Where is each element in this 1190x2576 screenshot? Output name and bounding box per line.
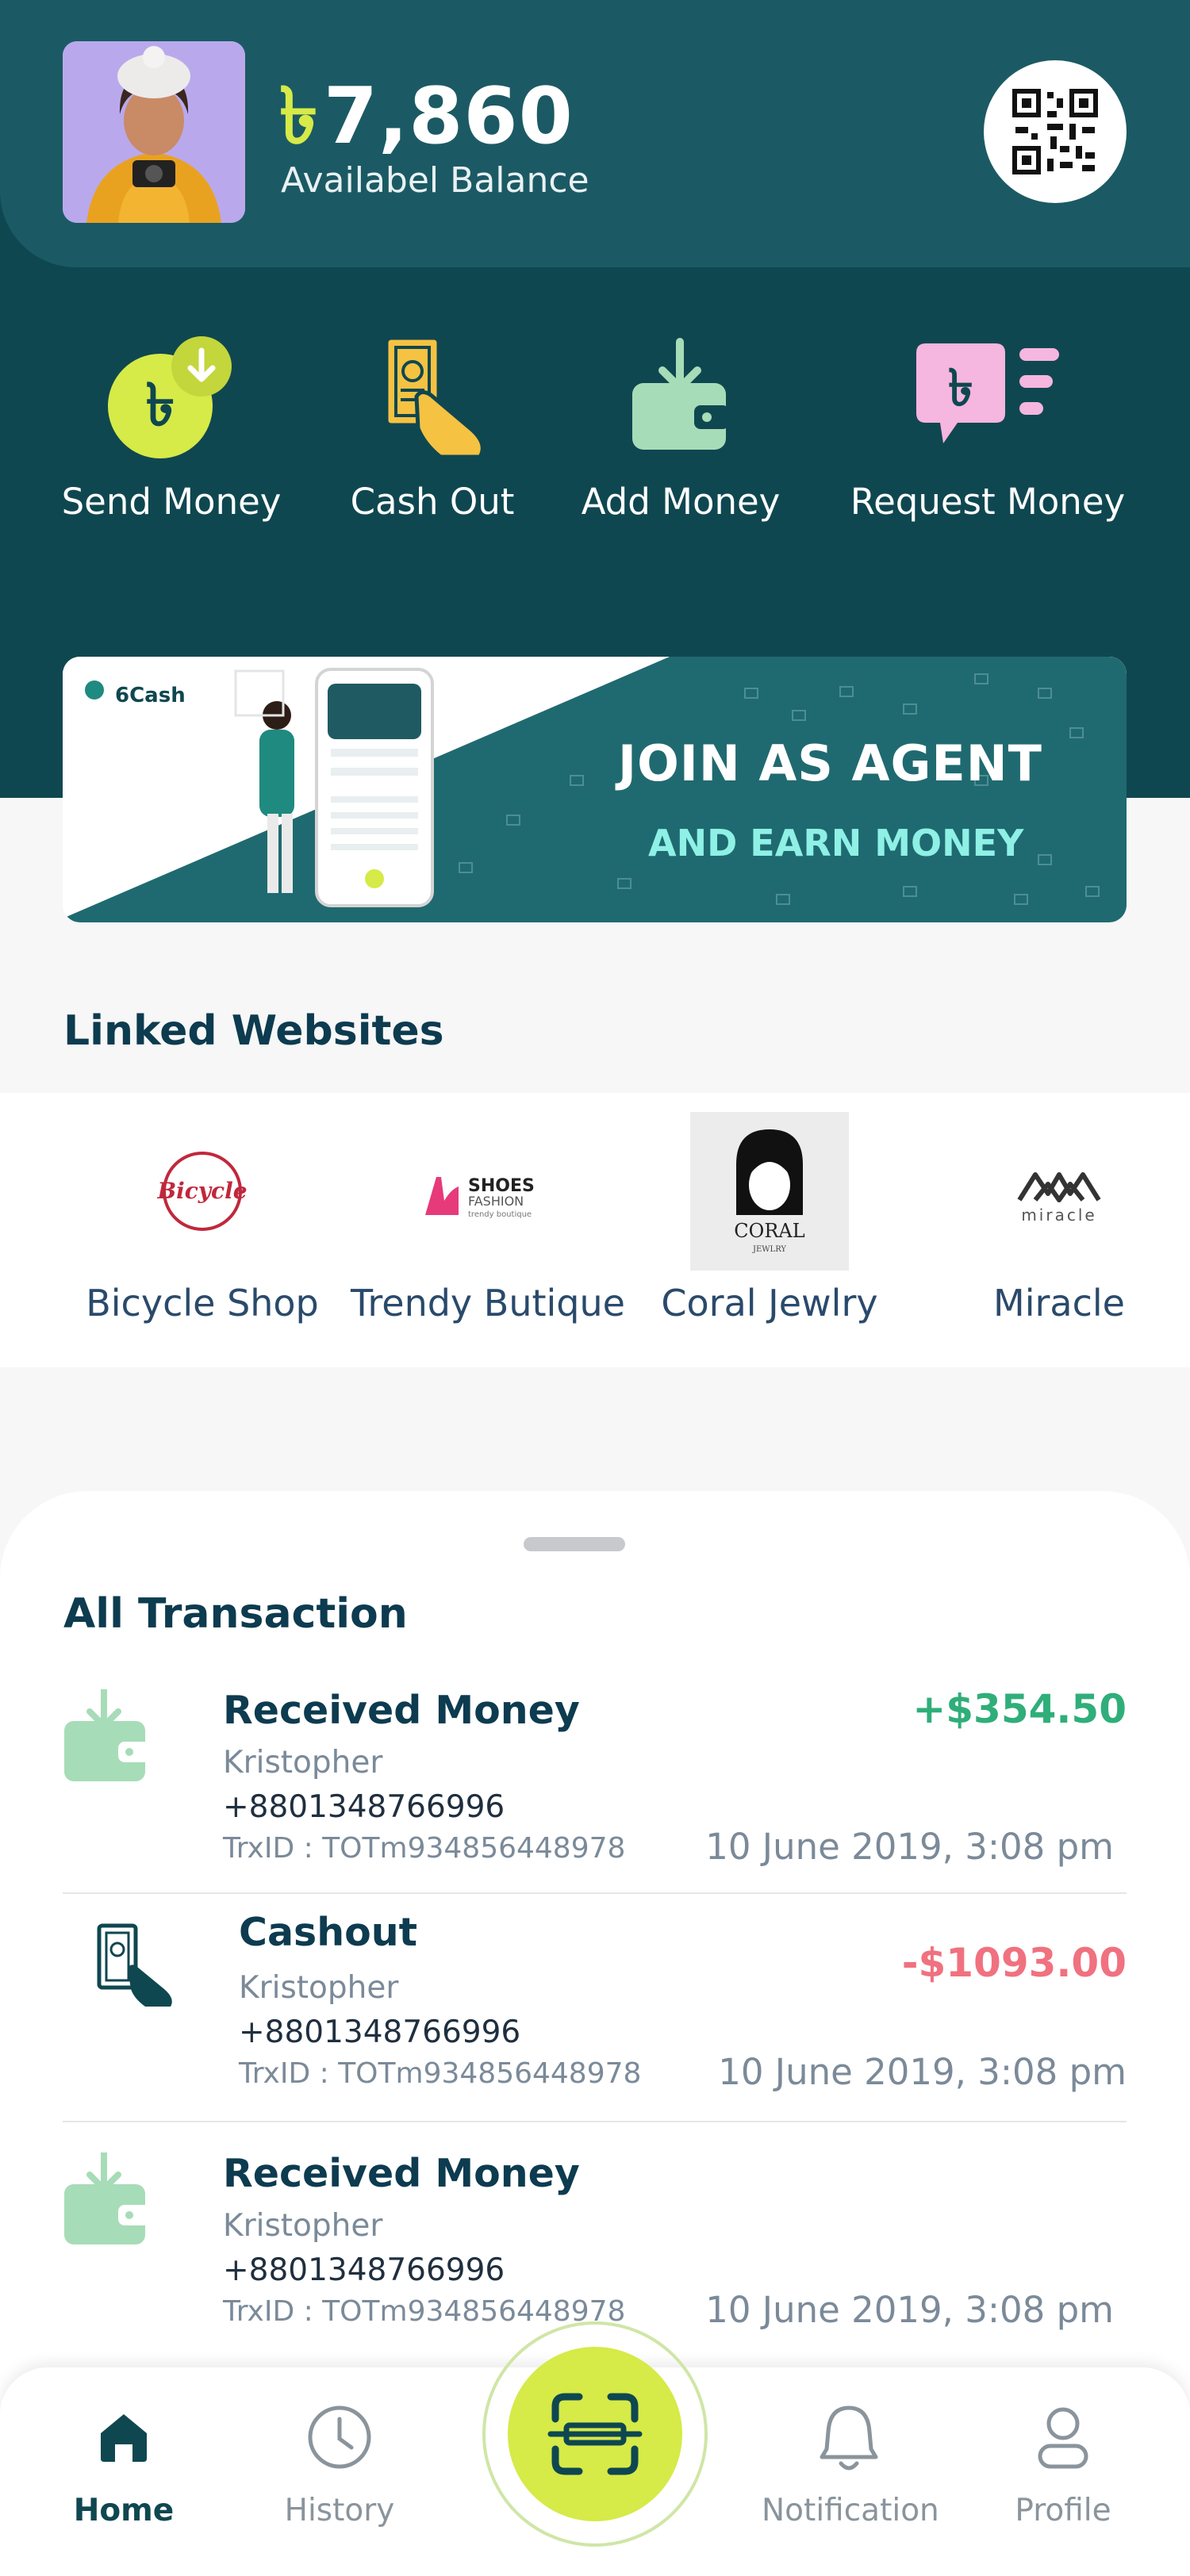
bottom-navigation: Home History Notification Profile <box>0 2321 1190 2576</box>
trendy-butique-logo: SHOES FASHION trendy boutique <box>349 1112 627 1271</box>
transaction-id: TrxID : TOTm934856448978 <box>223 2295 626 2328</box>
svg-text:Bicycle: Bicycle <box>156 1178 247 1204</box>
sheet-drag-handle[interactable] <box>524 1537 625 1551</box>
transaction-name: Kristopher <box>223 1745 383 1781</box>
cash-out-label: Cash Out <box>350 481 515 523</box>
site-bicycle-shop[interactable]: Bicycle Bicycle Shop <box>79 1112 325 1324</box>
site-name: Miracle <box>993 1282 1125 1324</box>
nav-history-label: History <box>284 2493 395 2528</box>
miracle-logo: miracle <box>952 1112 1166 1271</box>
request-money-button[interactable]: ৳ Request Money <box>841 325 1134 523</box>
transaction-row[interactable]: Received Money Kristopher +8801348766996… <box>63 2145 1127 2343</box>
add-money-button[interactable]: Add Money <box>570 325 792 523</box>
add-money-label: Add Money <box>581 481 781 523</box>
transaction-amount: -$1093.00 <box>901 1940 1127 1986</box>
transaction-date: 10 June 2019, 3:08 pm <box>718 2051 1127 2093</box>
svg-text:৳: ৳ <box>146 371 175 439</box>
nav-notification[interactable]: Notification <box>762 2398 939 2528</box>
history-icon <box>252 2398 427 2477</box>
transaction-amount: +$354.50 <box>912 1686 1127 1732</box>
site-name: Trendy Butique <box>351 1282 625 1324</box>
transaction-name: Kristopher <box>223 2208 383 2244</box>
linked-websites-title: Linked Websites <box>63 1007 444 1055</box>
svg-text:JEWLRY: JEWLRY <box>752 1245 786 1254</box>
transaction-phone: +8801348766996 <box>223 1789 505 1825</box>
cash-out-icon <box>333 325 532 468</box>
site-name: Bicycle Shop <box>86 1282 319 1324</box>
divider <box>63 2121 1127 2122</box>
nav-history[interactable]: History <box>252 2398 427 2528</box>
received-money-icon <box>63 2149 150 2251</box>
balance-label: Availabel Balance <box>281 160 589 201</box>
transaction-row[interactable]: Cashout Kristopher +8801348766996 TrxID … <box>63 1907 1127 2113</box>
currency-symbol: ৳ <box>279 71 319 162</box>
transaction-id: TrxID : TOTm934856448978 <box>223 1832 626 1865</box>
svg-text:CORAL: CORAL <box>734 1220 804 1242</box>
request-money-label: Request Money <box>850 481 1126 523</box>
avatar-image <box>63 41 245 223</box>
transaction-phone: +8801348766996 <box>223 2252 505 2288</box>
transaction-type: Cashout <box>239 1910 418 1955</box>
all-transaction-title: All Transaction <box>63 1590 408 1638</box>
profile-icon <box>976 2398 1150 2477</box>
site-trendy-butique[interactable]: SHOES FASHION trendy boutique Trendy But… <box>349 1112 627 1324</box>
transaction-date: 10 June 2019, 3:08 pm <box>705 2289 1114 2331</box>
request-money-icon: ৳ <box>841 325 1134 468</box>
home-icon <box>36 2398 211 2477</box>
add-money-icon <box>570 325 792 468</box>
scan-icon <box>547 2393 643 2475</box>
send-money-label: Send Money <box>61 481 282 523</box>
transaction-phone: +8801348766996 <box>239 2014 521 2050</box>
transaction-row[interactable]: Received Money Kristopher +8801348766996… <box>63 1681 1127 1880</box>
nav-profile-label: Profile <box>1015 2493 1111 2528</box>
qr-code-icon <box>1012 89 1098 174</box>
join-agent-banner[interactable]: 6Cash JOIN AS AGENT AND EARN MONEY <box>63 657 1127 922</box>
banner-title: JOIN AS AGENT <box>618 734 1042 792</box>
scan-button[interactable] <box>508 2347 682 2521</box>
balance-card: ৳7,860 Availabel Balance <box>0 0 1190 267</box>
divider <box>63 1892 1127 1894</box>
svg-text:miracle: miracle <box>1021 1206 1096 1225</box>
cash-out-button[interactable]: Cash Out <box>333 325 532 523</box>
balance-value: 7,860 <box>323 71 574 162</box>
transaction-type: Received Money <box>223 2151 580 2196</box>
received-money-icon <box>63 1686 150 1788</box>
bicycle-shop-logo: Bicycle <box>79 1112 325 1271</box>
avatar[interactable] <box>63 41 245 223</box>
svg-text:৳: ৳ <box>948 359 973 418</box>
send-money-button[interactable]: ৳ Send Money <box>60 325 282 523</box>
linked-websites-list: Bicycle Bicycle Shop SHOES FASHION trend… <box>0 1093 1190 1367</box>
nav-profile[interactable]: Profile <box>976 2398 1150 2528</box>
nav-home-label: Home <box>73 2493 175 2528</box>
svg-text:trendy boutique: trendy boutique <box>468 1210 532 1219</box>
transaction-id: TrxID : TOTm934856448978 <box>239 2057 642 2090</box>
banner-subtitle: AND EARN MONEY <box>648 822 1024 864</box>
site-miracle[interactable]: miracle Miracle <box>952 1112 1166 1324</box>
qr-code-button[interactable] <box>984 60 1127 203</box>
bell-icon <box>762 2398 936 2477</box>
send-money-icon: ৳ <box>60 325 282 468</box>
transaction-date: 10 June 2019, 3:08 pm <box>705 1826 1114 1868</box>
nav-notification-label: Notification <box>762 2493 939 2528</box>
site-name: Coral Jewlry <box>661 1282 878 1324</box>
banner-brand: 6Cash <box>115 684 186 707</box>
svg-text:FASHION: FASHION <box>468 1194 524 1209</box>
cashout-icon <box>94 1922 182 2013</box>
site-coral-jewlry[interactable]: CORAL JEWLRY Coral Jewlry <box>651 1112 889 1324</box>
nav-home[interactable]: Home <box>36 2398 211 2528</box>
transaction-name: Kristopher <box>239 1970 399 2006</box>
coral-jewlry-logo: CORAL JEWLRY <box>651 1112 889 1271</box>
transaction-type: Received Money <box>223 1688 580 1733</box>
